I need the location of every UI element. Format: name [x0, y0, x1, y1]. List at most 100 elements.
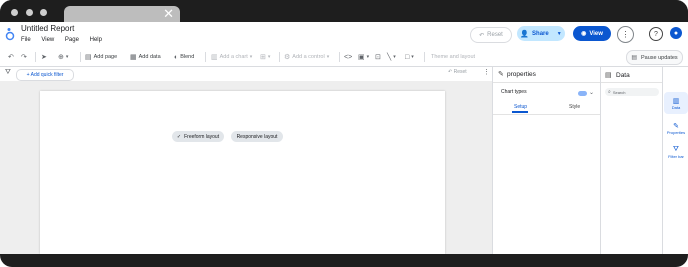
- add-page-button[interactable]: ▤ Add page: [85, 51, 117, 63]
- undo-icon[interactable]: ↶: [8, 51, 16, 63]
- theme-layout-button[interactable]: Theme and layout: [431, 51, 475, 63]
- editor-toolbar: ↶ ↷ ➤ ⊕ ▾ ▤ Add page ▦ Add data ◐ Blend ▥…: [0, 48, 688, 67]
- chevron-down-icon[interactable]: ⌄: [589, 89, 594, 96]
- reset-label: Reset: [487, 32, 503, 38]
- add-data-label: Add data: [138, 54, 161, 60]
- text-box-icon[interactable]: ⊡: [375, 51, 383, 63]
- add-quick-filter-button[interactable]: + Add quick filter: [16, 69, 74, 81]
- rail-item-properties[interactable]: ✎ Properties: [664, 117, 688, 139]
- browser-tab[interactable]: ✕: [64, 6, 180, 22]
- window-close-dot[interactable]: [11, 9, 18, 16]
- looker-studio-logo-icon[interactable]: [5, 26, 15, 42]
- app-header: Untitled Report File View Page Help ↶ Re…: [0, 22, 688, 48]
- share-dropdown-icon[interactable]: ▼: [557, 31, 562, 37]
- toolbar-divider: [279, 52, 280, 62]
- community-viz-button[interactable]: ⊞ ▾: [260, 51, 272, 63]
- data-search-input[interactable]: ⌕ Search: [605, 88, 659, 96]
- properties-icon: ✎: [673, 122, 679, 130]
- toolbar-divider: [424, 52, 425, 62]
- add-chart-icon: ▥: [211, 54, 218, 61]
- more-options-icon[interactable]: ⋮: [617, 26, 634, 43]
- filter-icon[interactable]: ⛛: [5, 69, 11, 77]
- filter-more-icon[interactable]: ⋮: [483, 68, 490, 76]
- check-icon: ✓: [176, 133, 182, 140]
- rail-data-label: Data: [671, 104, 681, 110]
- window-maximize-dot[interactable]: [40, 9, 47, 16]
- toolbar-divider: [339, 52, 340, 62]
- properties-divider: [493, 82, 601, 83]
- responsive-layout-label: Responsive layout: [236, 133, 278, 140]
- browser-window: ✕ Untitled Report File View Page Help ↶ …: [0, 0, 688, 267]
- add-control-button[interactable]: ⚙ Add a control ▾: [284, 51, 331, 63]
- data-panel: ▤ Data ⌕ Search: [600, 67, 663, 254]
- blend-button[interactable]: ◐ Blend: [174, 51, 194, 63]
- report-title[interactable]: Untitled Report: [21, 24, 74, 33]
- menu-file[interactable]: File: [21, 37, 31, 43]
- properties-panel: ✎ properties Chart types ⌄ Setup Style: [492, 67, 601, 254]
- line-icon[interactable]: ╲ ▾: [387, 51, 398, 63]
- data-panel-title: Data: [616, 72, 630, 79]
- data-divider: [601, 82, 663, 83]
- table-icon: ▤: [605, 72, 612, 79]
- browser-titlebar: ✕: [0, 0, 688, 22]
- menu-bar: File View Page Help: [21, 37, 111, 43]
- menu-view[interactable]: View: [41, 37, 54, 43]
- account-avatar[interactable]: ●: [670, 27, 682, 39]
- shape-icon[interactable]: □ ▾: [405, 51, 416, 63]
- add-data-icon: ▦: [130, 54, 137, 61]
- chart-types-label[interactable]: Chart types: [501, 89, 527, 95]
- help-icon[interactable]: ?: [649, 27, 663, 41]
- community-viz-icon: ⊞: [260, 54, 266, 61]
- search-icon: ⌕: [608, 89, 611, 95]
- pause-updates-label: Pause updates: [640, 54, 678, 61]
- blend-icon: ◐: [174, 53, 179, 61]
- view-label: View: [589, 30, 603, 37]
- freeform-layout-button[interactable]: ✓ Freeform layout: [172, 131, 224, 142]
- menu-page[interactable]: Page: [65, 37, 79, 43]
- tab-close-icon[interactable]: ✕: [163, 6, 174, 22]
- reset-icon: ↶: [479, 32, 485, 39]
- tab-style[interactable]: Style: [569, 104, 580, 110]
- toolbar-divider: [35, 52, 36, 62]
- add-chart-button[interactable]: ▥ Add a chart ▾: [211, 51, 254, 63]
- share-button[interactable]: 👤 Share ▼: [517, 26, 565, 41]
- chevron-down-icon: ▾: [326, 54, 330, 60]
- redo-icon[interactable]: ↷: [21, 51, 29, 63]
- blend-label: Blend: [180, 54, 195, 60]
- add-control-icon: ⚙: [284, 54, 291, 61]
- reset-button[interactable]: ↶ Reset: [470, 27, 512, 43]
- side-rail: ▥ Data ✎ Properties ⛛ Filter bar: [662, 67, 688, 254]
- data-icon: ▥: [672, 97, 680, 105]
- properties-title: properties: [507, 71, 536, 78]
- view-button[interactable]: ◉ View: [573, 26, 611, 41]
- rail-item-filter-bar[interactable]: ⛛ Filter bar: [664, 141, 688, 163]
- rail-filter-label: Filter bar: [668, 153, 684, 159]
- image-icon[interactable]: ▣ ▾: [358, 51, 371, 63]
- report-editor: Untitled Report File View Page Help ↶ Re…: [0, 22, 688, 254]
- add-data-button[interactable]: ▦ Add data: [130, 51, 161, 63]
- add-page-label: Add page: [93, 54, 118, 60]
- toolbar-divider: [80, 52, 81, 62]
- filter-reset-label: Reset: [453, 69, 467, 75]
- tab-setup[interactable]: Setup: [514, 104, 527, 110]
- rail-item-data[interactable]: ▥ Data: [664, 92, 688, 114]
- select-cursor-icon[interactable]: ➤: [41, 51, 49, 63]
- add-page-icon: ▤: [85, 54, 92, 61]
- embed-code-icon[interactable]: <>: [344, 51, 354, 63]
- theme-layout-label: Theme and layout: [431, 54, 476, 60]
- chart-type-toggle[interactable]: [578, 91, 587, 96]
- pause-updates-button[interactable]: ▤ Pause updates: [626, 50, 683, 65]
- rail-properties-label: Properties: [666, 129, 686, 135]
- zoom-icon[interactable]: ⊕ ▾: [58, 51, 70, 63]
- chevron-down-icon: ▾: [249, 54, 253, 60]
- menu-help[interactable]: Help: [90, 37, 102, 43]
- filter-reset-button[interactable]: ↶ Reset: [448, 69, 467, 75]
- pause-icon: ▤: [631, 55, 637, 61]
- active-tab-indicator: [512, 111, 528, 113]
- add-person-icon: 👤: [520, 30, 530, 38]
- freeform-layout-label: Freeform layout: [184, 133, 220, 140]
- responsive-layout-button[interactable]: Responsive layout: [231, 131, 283, 142]
- search-placeholder: Search: [612, 89, 626, 95]
- report-page[interactable]: ✓ Freeform layout Responsive layout: [40, 91, 445, 254]
- window-minimize-dot[interactable]: [26, 9, 33, 16]
